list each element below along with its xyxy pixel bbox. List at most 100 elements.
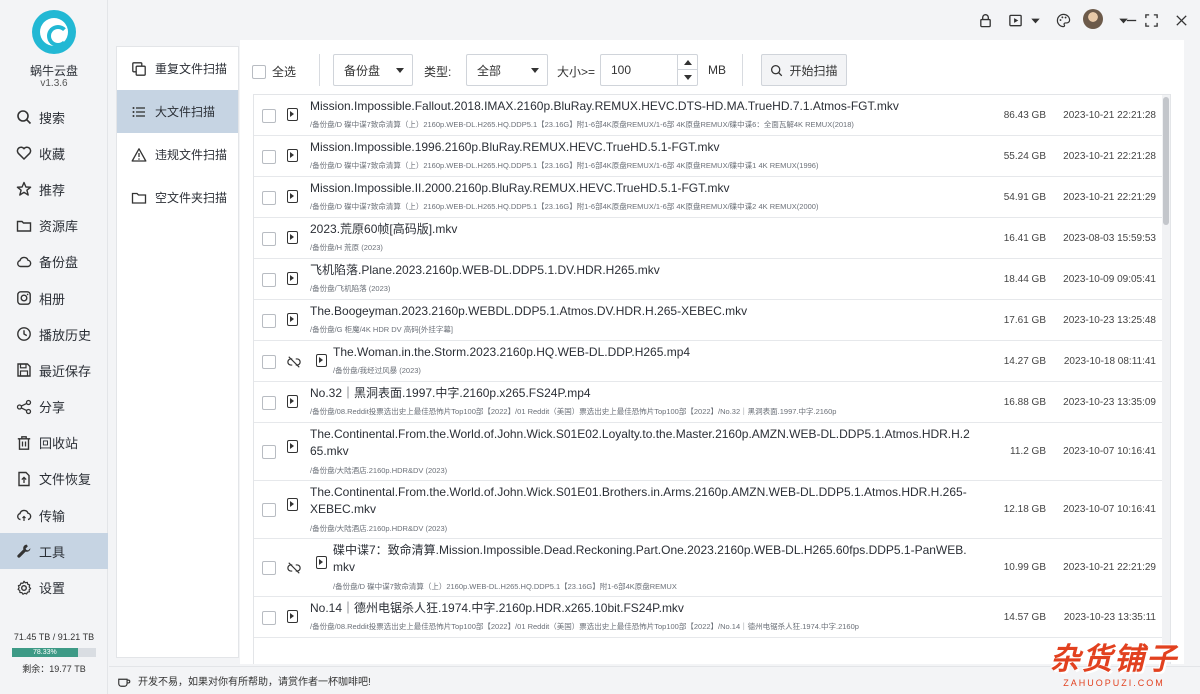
table-row[interactable]: No.32｜黑洞表面.1997.中字.2160p.x265.FS24P.mp4 /… [254,382,1170,423]
app-logo-icon [32,10,76,54]
sidebar-item-share[interactable]: 分享 [0,389,108,425]
cloud-icon [16,254,32,270]
minimize-icon[interactable] [1121,10,1141,30]
filter-bar: 全选 备份盘 类型: 全部 大小>= MB 开始扫描 [240,40,1184,94]
sidebar-item-label: 传输 [39,508,66,524]
row-checkbox[interactable] [262,611,276,625]
app-name: 蜗牛云盘 [29,64,78,78]
storage-progress-bar: 78.33% [12,648,96,657]
video-file-icon [287,395,298,408]
table-row[interactable]: 飞机陷落.Plane.2023.2160p.WEB-DL.DDP5.1.DV.H… [254,259,1170,300]
file-name[interactable]: The.Continental.From.the.World.of.John.W… [310,484,970,518]
file-name[interactable]: The.Woman.in.the.Storm.2023.2160p.HQ.WEB… [333,344,970,361]
file-name[interactable]: 飞机陷落.Plane.2023.2160p.WEB-DL.DDP5.1.DV.H… [310,262,970,279]
file-name[interactable]: No.32｜黑洞表面.1997.中字.2160p.x265.FS24P.mp4 [310,385,970,402]
row-checkbox[interactable] [262,561,276,575]
table-row[interactable]: The.Continental.From.the.World.of.John.W… [254,423,1170,481]
row-checkbox[interactable] [262,109,276,123]
tool-duplicate-scan[interactable]: 重复文件扫描 [117,47,238,90]
fullscreen-icon[interactable] [1141,10,1161,30]
sidebar-item-label: 推荐 [39,182,66,198]
file-path: /备份盘/08.Reddit投票选出史上最佳恐怖片Top100部【2022】/0… [310,622,859,631]
source-select[interactable]: 备份盘 [333,54,413,86]
table-row[interactable]: The.Continental.From.the.World.of.John.W… [254,481,1170,539]
video-file-icon [287,190,298,203]
size-input[interactable] [601,55,675,85]
tool-large-file-scan[interactable]: 大文件扫描 [117,90,238,133]
file-name[interactable]: No.14｜德州电锯杀人狂.1974.中字.2160p.HDR.x265.10b… [310,600,970,617]
row-checkbox[interactable] [262,273,276,287]
start-scan-button[interactable]: 开始扫描 [761,54,847,86]
table-row[interactable]: Mission.Impossible.Fallout.2018.IMAX.216… [254,95,1170,136]
select-all[interactable]: 全选 [252,63,296,80]
scrollbar-thumb[interactable] [1163,97,1169,225]
type-select[interactable]: 全部 [466,54,548,86]
table-row[interactable]: 碟中谍7：致命清算.Mission.Impossible.Dead.Reckon… [254,539,1170,597]
sidebar-item-recommend[interactable]: 推荐 [0,171,108,207]
sidebar-item-transfer[interactable]: 传输 [0,497,108,533]
sidebar-item-label: 相册 [39,291,66,307]
close-icon[interactable] [1171,10,1191,30]
file-path: /备份盘/D 碟中谍7致命清算（上）2160p.WEB-DL.H265.HQ.D… [310,161,819,170]
video-file-icon [287,313,298,326]
file-modified-time: 2023-10-21 22:21:28 [1063,110,1156,121]
table-row[interactable]: Mission.Impossible.1996.2160p.BluRay.REM… [254,136,1170,177]
sidebar-item-settings[interactable]: 设置 [0,569,108,605]
sidebar-item-recycle-bin[interactable]: 回收站 [0,425,108,461]
file-modified-time: 2023-10-21 22:21:29 [1063,192,1156,203]
sidebar-item-history[interactable]: 播放历史 [0,316,108,352]
row-checkbox[interactable] [262,232,276,246]
size-stepper[interactable] [600,54,698,86]
sidebar-item-recent-saves[interactable]: 最近保存 [0,352,108,388]
row-checkbox[interactable] [262,503,276,517]
sidebar-item-album[interactable]: 相册 [0,280,108,316]
file-name[interactable]: Mission.Impossible.Fallout.2018.IMAX.216… [310,98,970,115]
table-row[interactable]: 2023.荒原60帧[高码版].mkv/备份盘/H 荒原 (2023) 16.41… [254,218,1170,259]
stepper-up-icon[interactable] [678,55,697,70]
sidebar-item-label: 回收站 [39,436,79,452]
palette-icon[interactable] [1053,10,1073,30]
size-unit: MB [708,63,726,77]
player-dropdown-icon[interactable] [1025,10,1045,30]
table-row[interactable]: The.Boogeyman.2023.2160p.WEBDL.DDP5.1.At… [254,300,1170,341]
search-icon [16,109,32,125]
sidebar-item-favorites[interactable]: 收藏 [0,135,108,171]
video-file-icon [316,354,327,367]
sidebar-item-tools[interactable]: 工具 [0,533,108,570]
trash-icon [16,435,32,451]
scrollbar[interactable] [1162,95,1170,664]
file-name[interactable]: 2023.荒原60帧[高码版].mkv [310,221,970,238]
row-checkbox[interactable] [262,355,276,369]
table-row[interactable]: No.14｜德州电锯杀人狂.1974.中字.2160p.HDR.x265.10b… [254,597,1170,638]
player-icon[interactable] [1005,10,1025,30]
coffee-icon[interactable] [117,674,131,688]
table-row[interactable]: Mission.Impossible.II.2000.2160p.BluRay.… [254,177,1170,218]
save-icon [16,362,32,378]
row-checkbox[interactable] [262,150,276,164]
row-checkbox[interactable] [262,445,276,459]
status-bar: 开发不易，如果对你有所帮助，请赏作者一杯咖啡吧! [109,666,1200,694]
lock-icon[interactable] [975,10,995,30]
sidebar-item-file-recovery[interactable]: 文件恢复 [0,461,108,497]
table-row[interactable]: The.Woman.in.the.Storm.2023.2160p.HQ.WEB… [254,341,1170,382]
video-file-icon [287,231,298,244]
sidebar-item-backup[interactable]: 备份盘 [0,244,108,280]
file-name[interactable]: 碟中谍7：致命清算.Mission.Impossible.Dead.Reckon… [333,542,970,576]
sidebar-item-search[interactable]: 搜索 [0,99,108,135]
file-name[interactable]: Mission.Impossible.1996.2160p.BluRay.REM… [310,139,970,156]
row-checkbox[interactable] [262,314,276,328]
stepper-down-icon[interactable] [678,70,697,85]
file-name[interactable]: The.Boogeyman.2023.2160p.WEBDL.DDP5.1.At… [310,303,970,320]
tool-violation-scan[interactable]: 违规文件扫描 [117,133,238,176]
select-all-checkbox[interactable] [252,64,266,79]
avatar[interactable] [1083,9,1103,29]
file-name[interactable]: The.Continental.From.the.World.of.John.W… [310,426,970,460]
sidebar-item-library[interactable]: 资源库 [0,208,108,244]
row-checkbox[interactable] [262,396,276,410]
file-name[interactable]: Mission.Impossible.II.2000.2160p.BluRay.… [310,180,970,197]
file-list: Mission.Impossible.Fallout.2018.IMAX.216… [253,94,1171,664]
tool-empty-folder-scan[interactable]: 空文件夹扫描 [117,176,238,219]
storage-free: 剩余：19.77 TB [22,664,86,674]
video-file-icon [316,556,327,569]
row-checkbox[interactable] [262,191,276,205]
